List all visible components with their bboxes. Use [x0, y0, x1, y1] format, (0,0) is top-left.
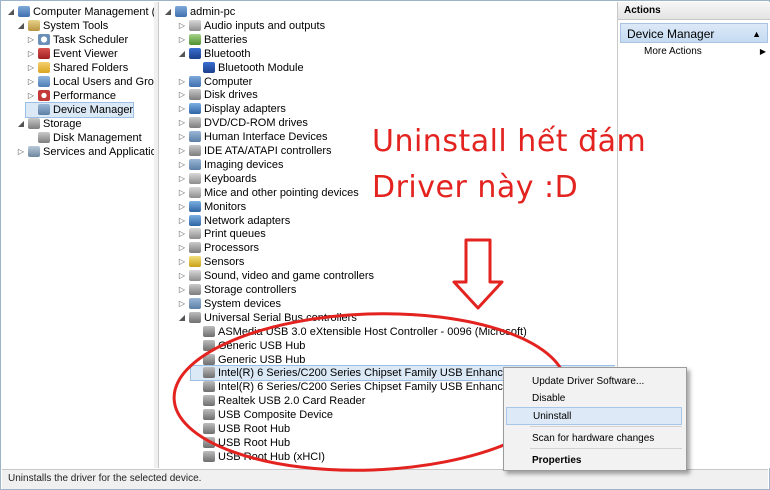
context-menu-separator	[530, 426, 682, 427]
context-menu-item[interactable]: Disable	[506, 390, 682, 408]
context-menu[interactable]: Update Driver Software... Disable Uninstal…	[503, 367, 687, 471]
context-menu-item[interactable]: Update Driver Software...	[506, 373, 682, 391]
context-menu-item[interactable]: Uninstall	[506, 407, 682, 425]
context-menu-separator	[530, 448, 682, 449]
context-menu-item[interactable]: Scan for hardware changes	[506, 430, 682, 448]
down-arrow-annotation	[452, 238, 504, 310]
context-menu-item[interactable]: Properties	[506, 452, 682, 470]
